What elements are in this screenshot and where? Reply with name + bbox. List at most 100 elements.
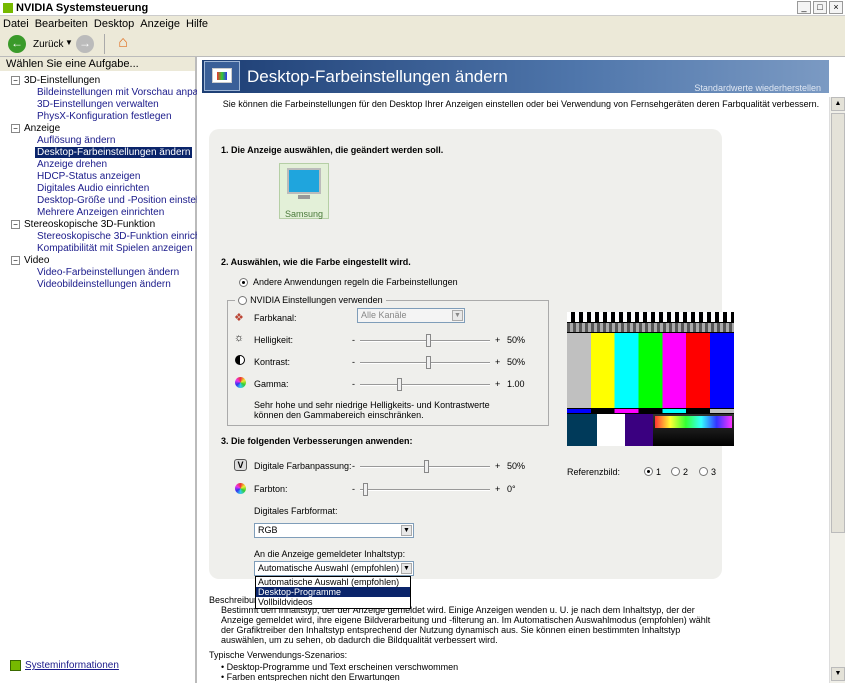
gamma-minus: - [352,379,355,389]
tree-group-stereo[interactable]: − Stereoskopische 3D-Funktion [0,219,195,231]
vibrance-plus: + [495,461,501,471]
step2-heading: 2. Auswählen, wie die Farbe eingestellt … [221,257,411,267]
radio-other-apps[interactable] [239,278,248,287]
tree-item-aufloesung[interactable]: Auflösung ändern [0,135,195,147]
scroll-thumb[interactable] [831,113,845,533]
vibrance-minus: - [352,461,355,471]
tree-item-video-farbe[interactable]: Video-Farbeinstellungen ändern [0,267,195,279]
window-title: NVIDIA Systemsteuerung [16,2,149,14]
collapse-icon[interactable]: − [11,124,20,133]
toolbar: ← Zurück ▼ → ⌂ [0,32,845,57]
contrast-minus: - [352,357,355,367]
tree-item-physx[interactable]: PhysX-Konfiguration festlegen [0,111,195,123]
hue-thumb[interactable] [363,483,368,496]
collapse-icon[interactable]: − [11,76,20,85]
task-sidebar: Wählen Sie eine Aufgabe... −3D-Einstellu… [0,57,219,683]
reference-radio-1-label: 1 [656,467,662,477]
gamma-value: 1.00 [507,379,525,389]
scroll-down-icon[interactable]: ▼ [831,667,845,681]
menu-datei[interactable]: Datei [0,16,32,32]
contrast-slider[interactable] [360,362,490,364]
scroll-up-icon[interactable]: ▲ [831,97,845,111]
brightness-minus: - [352,335,355,345]
sysinfo-link[interactable]: Systeminformationen [10,660,119,671]
gamma-thumb[interactable] [397,378,402,391]
back-dropdown-icon[interactable]: ▼ [65,38,73,47]
collapse-icon[interactable]: − [11,256,20,265]
vertical-scrollbar[interactable]: ▲ ▼ [829,97,845,683]
reference-radio-2-label: 2 [683,467,689,477]
reference-image [567,312,734,446]
channel-label: Farbkanal: [254,313,297,323]
tree-item-mehrere[interactable]: Mehrere Anzeigen einrichten [0,207,195,219]
tree-group-anzeige[interactable]: − Anzeige [0,123,195,135]
hue-slider[interactable] [360,489,490,491]
menu-bearbeiten[interactable]: Bearbeiten [32,16,91,32]
tree-item-audio[interactable]: Digitales Audio einrichten [0,183,195,195]
radio-nvidia[interactable] [238,295,247,305]
maximize-button[interactable]: □ [813,1,827,14]
gamma-slider[interactable] [360,384,490,386]
page-banner: Desktop-Farbeinstellungen ändern Standar… [202,60,829,93]
tree-item-groesse[interactable]: Desktop-Größe und -Position einstellen [0,195,212,207]
collapse-icon[interactable]: − [11,220,20,229]
reference-radio-3[interactable] [699,467,708,476]
channel-select[interactable]: Alle Kanäle ▼ [357,308,465,323]
reference-radio-1[interactable] [644,467,653,476]
format-select[interactable]: RGB ▼ [254,523,414,538]
main-content: Desktop-Farbeinstellungen ändern Standar… [197,57,845,683]
tree-group-3d[interactable]: −3D-Einstellungen [0,75,195,87]
display-color-icon [204,61,240,91]
close-button[interactable]: × [829,1,843,14]
toolbar-divider [104,34,105,54]
tree-item-videobild[interactable]: Videobildeinstellungen ändern [0,279,195,291]
vibrance-icon: V [234,459,247,471]
brightness-slider[interactable] [360,340,490,342]
title-bar: NVIDIA Systemsteuerung _ □ × [0,0,845,16]
tree-group-video[interactable]: − Video [0,255,195,267]
menu-anzeige[interactable]: Anzeige [137,16,183,32]
hue-minus: - [352,484,355,494]
brightness-thumb[interactable] [426,334,431,347]
gamma-icon [235,377,246,388]
back-button[interactable]: Zurück [33,39,64,50]
hue-label: Farbton: [254,484,288,494]
hue-icon [235,483,246,494]
content-type-select[interactable]: Automatische Auswahl (empfohlen) ▼ [254,561,414,576]
tree-item-kompatibilitaet[interactable]: Kompatibilität mit Spielen anzeigen [0,243,195,255]
page-intro: Sie können die Farbeinstellungen für den… [222,99,820,109]
monitor-tile[interactable]: Samsung [279,163,329,219]
format-label: Digitales Farbformat: [254,506,338,516]
radio-other-apps-label: Andere Anwendungen regeln die Farbeinste… [253,277,458,287]
back-arrow-icon[interactable]: ← [8,35,26,53]
vibrance-thumb[interactable] [424,460,429,473]
dropdown-option-auto[interactable]: Automatische Auswahl (empfohlen) [256,577,410,587]
restore-defaults-link[interactable]: Standardwerte wiederherstellen [694,83,821,93]
reference-radio-2[interactable] [671,467,680,476]
gamma-note: Sehr hohe und sehr niedrige Helligkeits-… [254,400,490,420]
menu-desktop[interactable]: Desktop [91,16,137,32]
contrast-value: 50% [507,357,526,367]
content-type-dropdown-list[interactable]: Automatische Auswahl (empfohlen) Desktop… [255,576,411,609]
menu-hilfe[interactable]: Hilfe [183,16,211,32]
hue-plus: + [495,484,501,494]
tree-item-stereo-einrichten[interactable]: Stereoskopische 3D-Funktion einrichten [0,231,214,243]
dropdown-option-desktop[interactable]: Desktop-Programme [256,587,410,597]
forward-arrow-icon[interactable]: → [76,35,94,53]
task-tree: −3D-Einstellungen Bildeinstellungen mit … [0,75,219,291]
tree-item-drehen[interactable]: Anzeige drehen [0,159,195,171]
step3-heading: 3. Die folgenden Verbesserungen anwenden… [221,436,413,446]
brightness-value: 50% [507,335,526,345]
tree-item-bildeinstellungen[interactable]: Bildeinstellungen mit Vorschau anpassen [0,87,219,99]
contrast-thumb[interactable] [426,356,431,369]
tree-item-hdcp[interactable]: HDCP-Status anzeigen [0,171,195,183]
dropdown-option-fullscreen-video[interactable]: Vollbildvideos [256,597,410,607]
tree-item-3d-verwalten[interactable]: 3D-Einstellungen verwalten [0,99,195,111]
contrast-plus: + [495,357,501,367]
scenario-item: • Desktop-Programme und Text erscheinen … [221,662,459,672]
vibrance-value: 50% [507,461,526,471]
minimize-button[interactable]: _ [797,1,811,14]
description-body: Bestimmt den Inhaltstyp, der der Anzeige… [221,605,711,645]
tree-item-desktop-farbe[interactable]: Desktop-Farbeinstellungen ändern [0,147,195,159]
home-icon[interactable]: ⌂ [113,34,133,53]
